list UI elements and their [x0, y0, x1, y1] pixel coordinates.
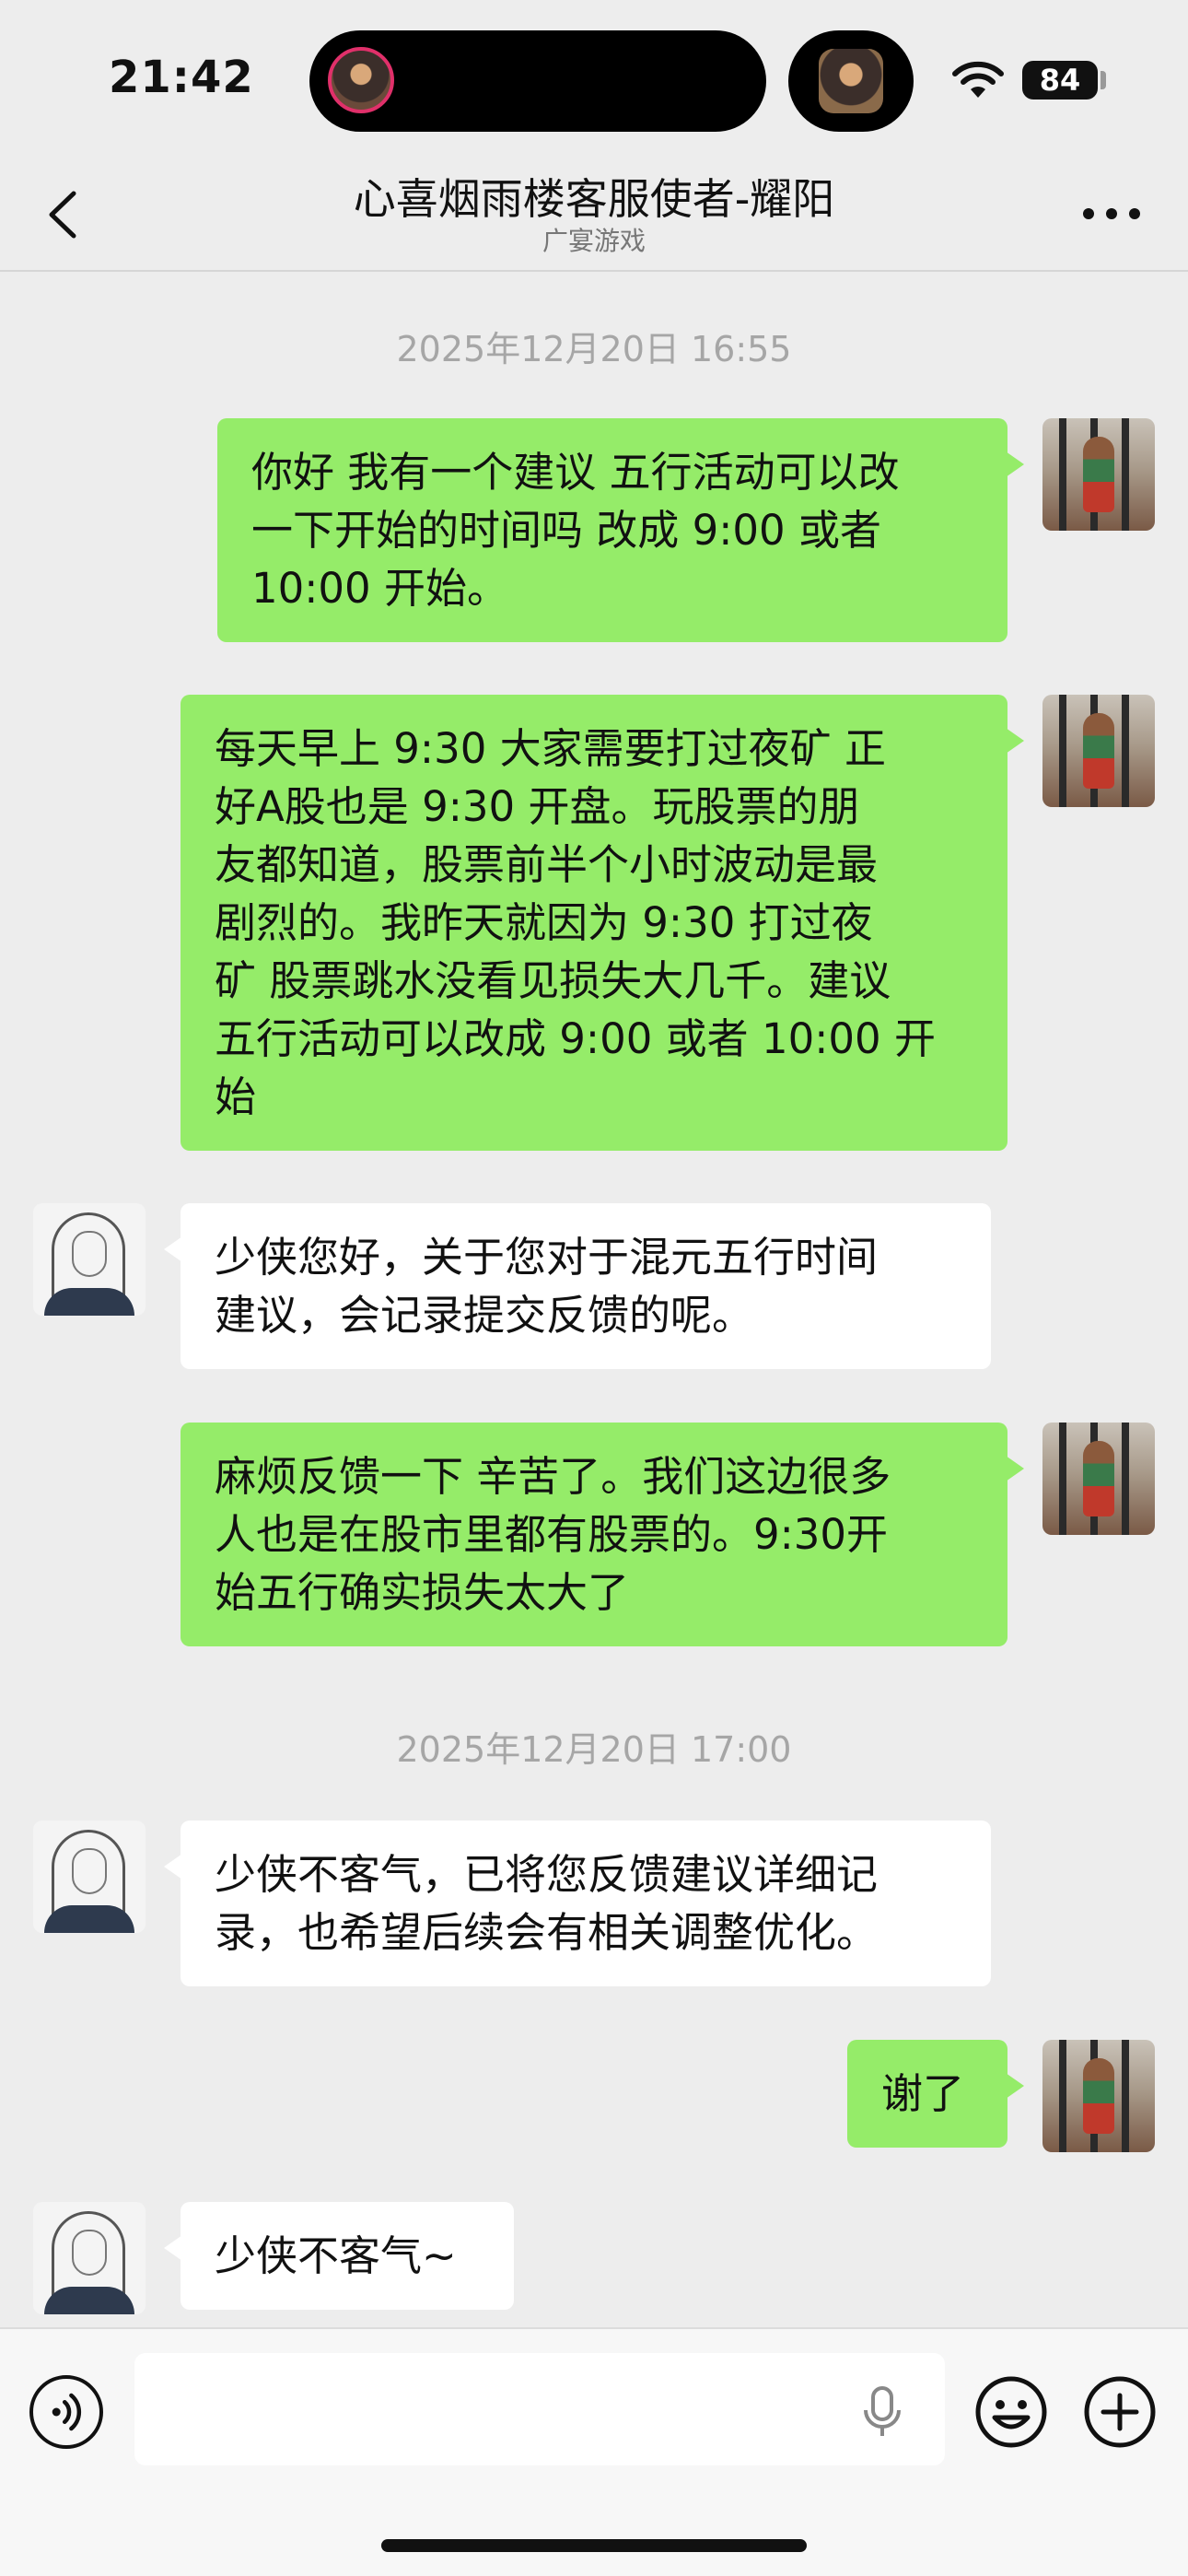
live-activity-avatar — [328, 47, 394, 113]
home-indicator[interactable] — [381, 2539, 807, 2552]
my-avatar[interactable] — [1042, 2040, 1155, 2152]
microphone-icon[interactable] — [862, 2384, 903, 2440]
dynamic-island-secondary[interactable] — [788, 30, 914, 132]
chat-subtitle: 广宴游戏 — [542, 226, 646, 256]
message-bubble-received[interactable]: 少侠不客气~ — [164, 2202, 514, 2310]
message-timestamp: 2025年12月20日 16:55 — [396, 329, 792, 369]
my-avatar[interactable] — [1042, 695, 1155, 807]
avatar-robe — [44, 1905, 134, 1933]
chat-header: 心喜烟雨楼客服使者-耀阳 广宴游戏 — [0, 147, 1188, 272]
message-timestamp: 2025年12月20日 17:00 — [396, 1729, 792, 1770]
plus-icon[interactable] — [1083, 2375, 1157, 2449]
message-bubble-received[interactable]: 少侠您好，关于您对于混元五行时间 建议，会记录提交反馈的呢。 — [164, 1203, 991, 1369]
voice-mode-icon[interactable] — [29, 2375, 103, 2449]
agent-avatar[interactable] — [33, 1203, 146, 1316]
emoji-icon[interactable] — [974, 2375, 1048, 2449]
avatar-face — [72, 1231, 107, 1277]
chat-title: 心喜烟雨楼客服使者-耀阳 — [353, 174, 835, 224]
live-activity-thumbnail — [819, 49, 883, 113]
my-avatar[interactable] — [1042, 1423, 1155, 1535]
battery-icon: 84 — [1022, 61, 1098, 100]
wifi-icon — [952, 61, 1004, 98]
message-bubble-sent[interactable]: 你好 我有一个建议 五行活动可以改 一下开始的时间吗 改成 9:00 或者 10… — [217, 418, 1024, 642]
more-options-icon[interactable] — [1079, 195, 1144, 232]
message-bubble-received[interactable]: 少侠不客气，已将您反馈建议详细记 录，也希望后续会有相关调整优化。 — [164, 1821, 991, 1986]
avatar-robe — [44, 2287, 134, 2314]
message-input[interactable] — [134, 2353, 945, 2465]
my-avatar[interactable] — [1042, 418, 1155, 531]
avatar-robe — [44, 1288, 134, 1316]
dynamic-island[interactable] — [309, 30, 766, 132]
clock: 21:42 — [109, 52, 254, 103]
avatar-face — [72, 2230, 107, 2276]
agent-avatar[interactable] — [33, 2202, 146, 2314]
avatar-face — [72, 1848, 107, 1894]
status-bar: 21:42 84 — [0, 0, 1188, 147]
message-bubble-sent[interactable]: 谢了 — [847, 2040, 1024, 2148]
message-bubble-sent[interactable]: 麻烦反馈一下 辛苦了。我们这边很多 人也是在股市里都有股票的。9:30开 始五行… — [181, 1423, 1024, 1646]
message-bubble-sent[interactable]: 每天早上 9:30 大家需要打过夜矿 正 好A股也是 9:30 开盘。玩股票的朋… — [181, 695, 1024, 1151]
battery-level: 84 — [1039, 63, 1081, 98]
agent-avatar[interactable] — [33, 1821, 146, 1933]
battery-tip — [1101, 71, 1106, 89]
